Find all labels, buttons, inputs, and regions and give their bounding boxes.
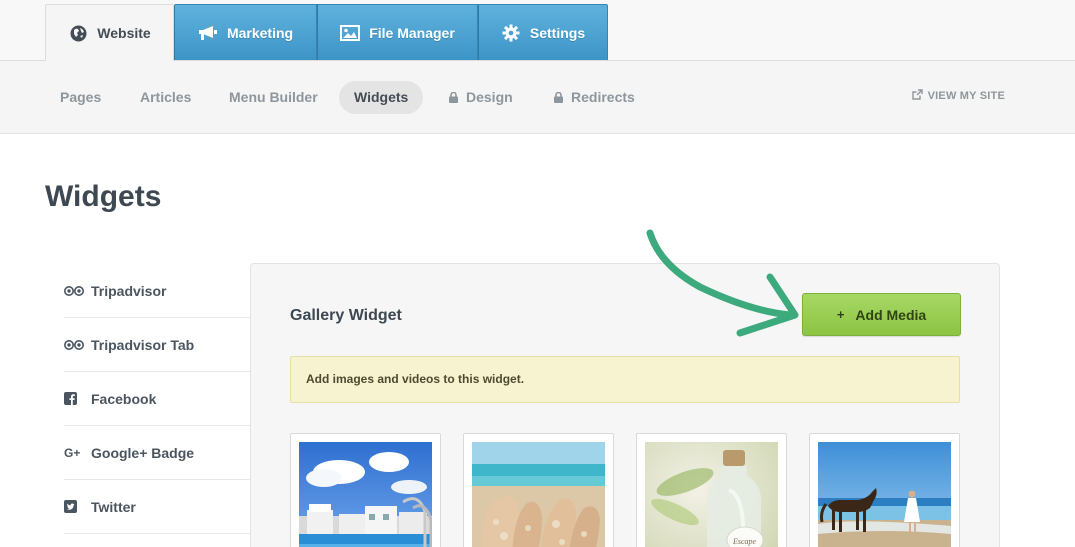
tripadvisor-icon (64, 283, 84, 299)
resort-pool-image (299, 442, 432, 547)
image-icon (340, 24, 361, 42)
subnav-design-label: Design (466, 89, 513, 105)
widget-item-twitter[interactable]: Twitter (64, 480, 250, 534)
megaphone-icon (198, 24, 218, 42)
top-nav-bar: Website Marketing File Manager Settings (0, 0, 1075, 62)
gallery-widget-title: Gallery Widget (290, 307, 402, 324)
widget-list: Tripadvisor Tripadvisor Tab Facebook G+ … (64, 264, 250, 534)
tab-marketing[interactable]: Marketing (174, 4, 317, 60)
lock-icon (554, 82, 563, 115)
svg-text:G+: G+ (64, 446, 80, 459)
message-bottle-image: Escape (645, 442, 778, 547)
gallery-notice: Add images and videos to this widget. (290, 356, 960, 403)
sub-nav: Pages Articles Menu Builder Widgets Desi… (0, 61, 1075, 134)
lock-icon (449, 82, 458, 115)
widget-item-label: Twitter (91, 498, 136, 515)
subnav-articles[interactable]: Articles (125, 81, 206, 114)
google-plus-icon: G+ (64, 445, 84, 461)
widget-item-label: Facebook (91, 390, 157, 407)
subnav-redirects-label: Redirects (571, 89, 635, 105)
widget-item-label: Google+ Badge (91, 444, 195, 461)
widget-item-label: Tripadvisor Tab (91, 336, 195, 353)
globe-icon (68, 24, 88, 42)
tab-marketing-label: Marketing (226, 24, 294, 41)
gallery-thumbnails: Escape (290, 433, 990, 547)
tripadvisor-icon (64, 337, 84, 353)
tab-settings-label: Settings (529, 24, 586, 41)
facebook-icon (64, 391, 84, 407)
page-title: Widgets (45, 180, 162, 213)
subnav-design[interactable]: Design (434, 81, 528, 114)
gallery-thumbnail[interactable] (290, 433, 441, 547)
subnav-widgets[interactable]: Widgets (339, 81, 424, 114)
widget-item-facebook[interactable]: Facebook (64, 372, 250, 426)
view-my-site-label: VIEW MY SITE (927, 90, 1005, 102)
gear-icon (501, 24, 521, 42)
widget-item-google-plus[interactable]: G+ Google+ Badge (64, 426, 250, 480)
gallery-thumbnail[interactable]: Escape (636, 433, 787, 547)
subnav-redirects[interactable]: Redirects (539, 81, 650, 114)
tab-website[interactable]: Website (45, 4, 174, 62)
external-link-icon (911, 89, 923, 103)
beach-horse-image (818, 442, 951, 547)
add-media-label: Add Media (855, 306, 927, 323)
plus-icon: + (836, 307, 845, 322)
twitter-icon (64, 499, 84, 515)
svg-text:Escape: Escape (732, 537, 757, 546)
gallery-widget-panel: Gallery Widget + Add Media Add images an… (250, 263, 1000, 547)
tab-website-label: Website (97, 25, 151, 41)
sandy-feet-image (472, 442, 605, 547)
widget-item-tripadvisor-tab[interactable]: Tripadvisor Tab (64, 318, 250, 372)
widget-item-tripadvisor[interactable]: Tripadvisor (64, 264, 250, 318)
gallery-thumbnail[interactable] (809, 433, 960, 547)
subnav-pages[interactable]: Pages (45, 81, 116, 114)
widget-item-label: Tripadvisor (91, 282, 167, 299)
view-my-site-link[interactable]: VIEW MY SITE (911, 89, 1005, 103)
add-media-button[interactable]: + Add Media (802, 293, 961, 336)
main-tabs: Website Marketing File Manager Settings (45, 4, 608, 62)
tab-settings[interactable]: Settings (478, 4, 608, 60)
gallery-thumbnail[interactable] (463, 433, 614, 547)
subnav-menu-builder[interactable]: Menu Builder (214, 81, 333, 114)
tab-file-manager[interactable]: File Manager (317, 4, 478, 60)
tab-file-manager-label: File Manager (369, 24, 455, 41)
